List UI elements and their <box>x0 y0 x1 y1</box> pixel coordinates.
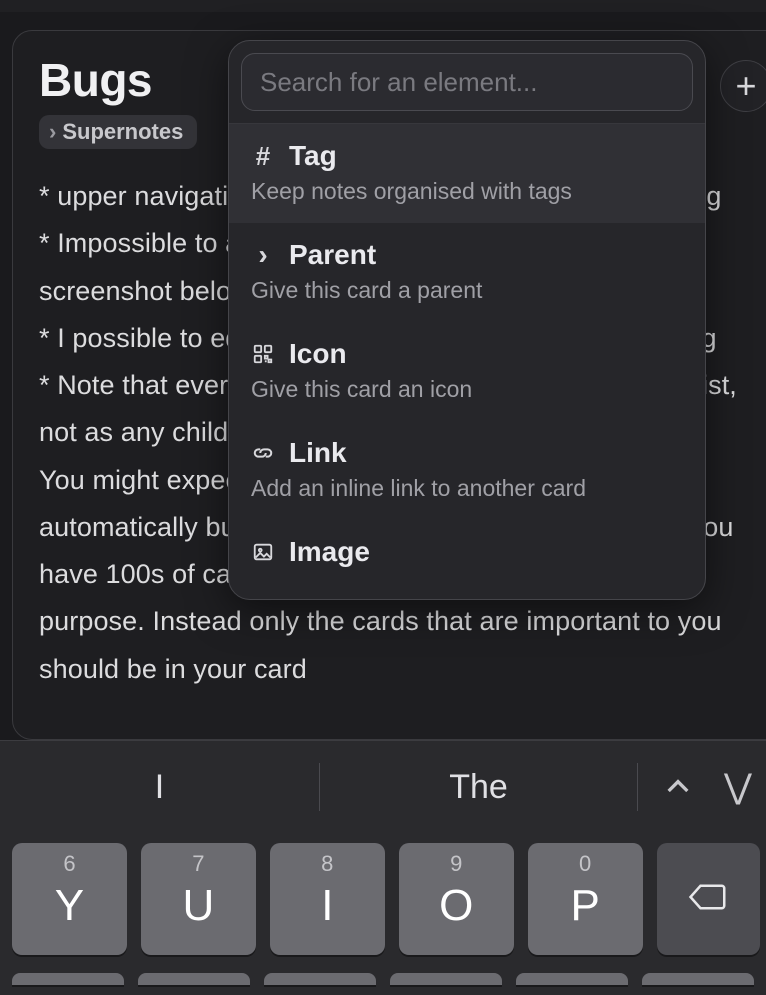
key-main: I <box>321 881 333 931</box>
hash-icon: # <box>251 141 275 172</box>
prediction-word[interactable]: The <box>319 741 638 833</box>
key-o[interactable]: 9 O <box>399 843 514 955</box>
key-row-partial <box>0 973 766 985</box>
key-partial[interactable] <box>138 973 250 985</box>
key-p[interactable]: 0 P <box>528 843 643 955</box>
key-backspace[interactable] <box>657 843 760 955</box>
key-u[interactable]: 7 U <box>141 843 256 955</box>
key-partial[interactable] <box>12 973 124 985</box>
plus-icon: + <box>735 68 756 104</box>
key-main: U <box>182 881 214 931</box>
element-desc: Give this card an icon <box>251 376 683 403</box>
key-row: 6 Y 7 U 8 I 9 O 0 P <box>0 843 766 955</box>
parent-chip[interactable]: › Supernotes <box>39 115 197 149</box>
parent-chip-label: Supernotes <box>62 119 183 145</box>
element-label: Tag <box>289 140 337 172</box>
backspace-icon <box>688 879 728 920</box>
element-search-popup: # Tag Keep notes organised with tags › P… <box>228 40 706 600</box>
chevron-down-icon[interactable]: ⋁ <box>718 767 758 807</box>
key-partial[interactable] <box>264 973 376 985</box>
key-sub: 0 <box>579 851 591 877</box>
key-sub: 7 <box>192 851 204 877</box>
key-main: P <box>570 881 599 931</box>
on-screen-keyboard: I The ⋁ 6 Y 7 U 8 I 9 O 0 P <box>0 740 766 995</box>
key-partial[interactable] <box>642 973 754 985</box>
chevron-right-icon: › <box>49 119 56 145</box>
element-item-image[interactable]: Image <box>229 520 705 568</box>
element-list: # Tag Keep notes organised with tags › P… <box>229 124 705 568</box>
key-partial[interactable] <box>516 973 628 985</box>
key-main: Y <box>55 881 84 931</box>
element-desc: Add an inline link to another card <box>251 475 683 502</box>
key-sub: 9 <box>450 851 462 877</box>
element-label: Icon <box>289 338 347 370</box>
element-label: Parent <box>289 239 376 271</box>
element-label: Link <box>289 437 347 469</box>
image-icon <box>251 541 275 563</box>
element-item-icon[interactable]: Icon Give this card an icon <box>229 322 705 421</box>
key-partial[interactable] <box>390 973 502 985</box>
prediction-word[interactable]: I <box>0 741 319 833</box>
key-i[interactable]: 8 I <box>270 843 385 955</box>
qr-icon <box>251 343 275 365</box>
key-sub: 8 <box>321 851 333 877</box>
key-main: O <box>439 881 473 931</box>
element-item-link[interactable]: Link Add an inline link to another card <box>229 421 705 520</box>
key-y[interactable]: 6 Y <box>12 843 127 955</box>
element-item-tag[interactable]: # Tag Keep notes organised with tags <box>229 124 705 223</box>
add-button[interactable]: + <box>720 60 766 112</box>
chevron-up-icon[interactable] <box>638 771 718 803</box>
element-label: Image <box>289 536 370 568</box>
element-desc: Keep notes organised with tags <box>251 178 683 205</box>
element-search-input[interactable] <box>241 53 693 111</box>
element-item-parent[interactable]: › Parent Give this card a parent <box>229 223 705 322</box>
chevron-right-icon: › <box>251 239 275 271</box>
link-icon <box>251 442 275 464</box>
element-desc: Give this card a parent <box>251 277 683 304</box>
prediction-bar: I The ⋁ <box>0 741 766 833</box>
key-sub: 6 <box>63 851 75 877</box>
